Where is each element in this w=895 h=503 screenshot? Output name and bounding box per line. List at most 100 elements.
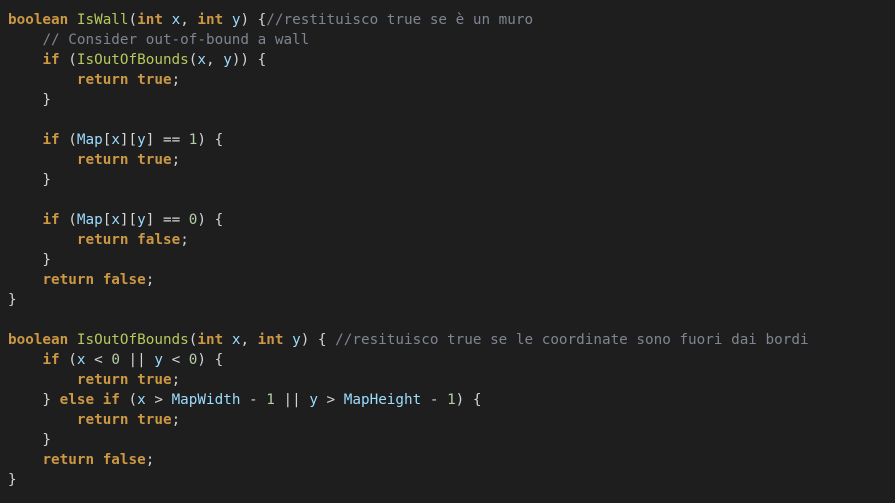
number-token: 1: [266, 392, 275, 408]
punctuation-token: ) {: [197, 132, 224, 148]
code-line[interactable]: return true;: [8, 370, 895, 390]
keyword-token: if: [42, 212, 60, 228]
code-line[interactable]: boolean IsWall(int x, int y) {//restitui…: [8, 10, 895, 30]
punctuation-token: [8, 32, 42, 48]
keyword-token: false: [137, 232, 181, 248]
keyword-token: true: [137, 152, 172, 168]
code-line[interactable]: }: [8, 470, 895, 490]
keyword-token: int: [137, 12, 163, 28]
code-line[interactable]: boolean IsOutOfBounds(int x, int y) { //…: [8, 330, 895, 350]
punctuation-token: ||: [119, 352, 155, 368]
code-line[interactable]: return true;: [8, 70, 895, 90]
punctuation-token: }: [8, 472, 17, 488]
punctuation-token: (: [119, 392, 138, 408]
keyword-token: return: [42, 272, 95, 288]
punctuation-token: [223, 12, 232, 28]
punctuation-token: ) {: [300, 332, 336, 348]
punctuation-token: ||: [274, 392, 310, 408]
punctuation-token: [68, 332, 77, 348]
code-line[interactable]: [8, 190, 895, 210]
code-line[interactable]: } else if (x > MapWidth - 1 || y > MapHe…: [8, 390, 895, 410]
code-line[interactable]: }: [8, 90, 895, 110]
identifier-token: x: [111, 132, 120, 148]
identifier-token: MapHeight: [343, 392, 422, 408]
identifier-token: Map: [76, 212, 103, 228]
punctuation-token: [8, 132, 42, 148]
code-line[interactable]: return false;: [8, 450, 895, 470]
code-line[interactable]: if (Map[x][y] == 0) {: [8, 210, 895, 230]
code-line[interactable]: return true;: [8, 410, 895, 430]
punctuation-token: }: [8, 392, 60, 408]
identifier-token: y: [137, 212, 146, 228]
code-line[interactable]: }: [8, 430, 895, 450]
identifier-token: x: [197, 52, 206, 68]
punctuation-token: ;: [180, 232, 189, 248]
punctuation-token: }: [8, 92, 52, 108]
keyword-token: true: [137, 72, 172, 88]
punctuation-token: [8, 452, 42, 468]
function-name-token: IsOutOfBounds: [76, 332, 189, 348]
punctuation-token: [129, 372, 138, 388]
code-line[interactable]: }: [8, 170, 895, 190]
identifier-token: x: [137, 392, 146, 408]
punctuation-token: (: [59, 352, 77, 368]
keyword-token: return: [76, 232, 129, 248]
punctuation-token: ][: [119, 132, 138, 148]
punctuation-token: ] ==: [145, 212, 189, 228]
punctuation-token: [8, 152, 77, 168]
punctuation-token: (: [59, 52, 77, 68]
punctuation-token: ,: [180, 12, 198, 28]
punctuation-token: <: [162, 352, 189, 368]
punctuation-token: ) {: [240, 12, 267, 28]
punctuation-token: (: [59, 132, 77, 148]
punctuation-token: -: [421, 392, 448, 408]
punctuation-token: [8, 272, 42, 288]
punctuation-token: ] ==: [145, 132, 189, 148]
punctuation-token: (: [128, 12, 138, 28]
punctuation-token: ) {: [197, 212, 224, 228]
punctuation-token: [8, 352, 42, 368]
code-line[interactable]: return false;: [8, 270, 895, 290]
comment-token: // Consider out-of-bound a wall: [42, 32, 310, 48]
keyword-token: return: [76, 412, 129, 428]
punctuation-token: ,: [240, 332, 258, 348]
code-line[interactable]: }: [8, 250, 895, 270]
code-line[interactable]: if (IsOutOfBounds(x, y)) {: [8, 50, 895, 70]
punctuation-token: <: [85, 352, 112, 368]
identifier-token: y: [137, 132, 146, 148]
punctuation-token: [223, 332, 232, 348]
code-line[interactable]: return false;: [8, 230, 895, 250]
punctuation-token: ;: [171, 412, 181, 428]
function-name-token: IsWall: [76, 12, 129, 28]
code-line[interactable]: // Consider out-of-bound a wall: [8, 30, 895, 50]
punctuation-token: [94, 392, 103, 408]
keyword-token: boolean: [8, 12, 69, 28]
code-line[interactable]: if (x < 0 || y < 0) {: [8, 350, 895, 370]
keyword-token: if: [42, 52, 60, 68]
code-line[interactable]: }: [8, 290, 895, 310]
keyword-token: if: [102, 392, 120, 408]
code-editor[interactable]: boolean IsWall(int x, int y) {//restitui…: [0, 0, 895, 503]
identifier-token: y: [154, 352, 163, 368]
number-token: 1: [447, 392, 456, 408]
punctuation-token: [8, 212, 42, 228]
code-line[interactable]: return true;: [8, 150, 895, 170]
punctuation-token: >: [145, 392, 172, 408]
punctuation-token: }: [8, 432, 52, 448]
keyword-token: true: [137, 412, 172, 428]
punctuation-token: }: [8, 292, 17, 308]
identifier-token: x: [171, 12, 181, 28]
punctuation-token: [94, 272, 103, 288]
code-line[interactable]: [8, 310, 895, 330]
comment-token: //resituisco true se le coordinate sono …: [335, 332, 809, 348]
code-line[interactable]: if (Map[x][y] == 1) {: [8, 130, 895, 150]
number-token: 0: [111, 352, 120, 368]
code-line[interactable]: [8, 110, 895, 130]
keyword-token: if: [42, 132, 60, 148]
punctuation-token: }: [8, 252, 52, 268]
punctuation-token: ;: [145, 272, 155, 288]
punctuation-token: [129, 232, 138, 248]
punctuation-token: [129, 412, 138, 428]
keyword-token: return: [76, 372, 129, 388]
punctuation-token: }: [8, 172, 52, 188]
